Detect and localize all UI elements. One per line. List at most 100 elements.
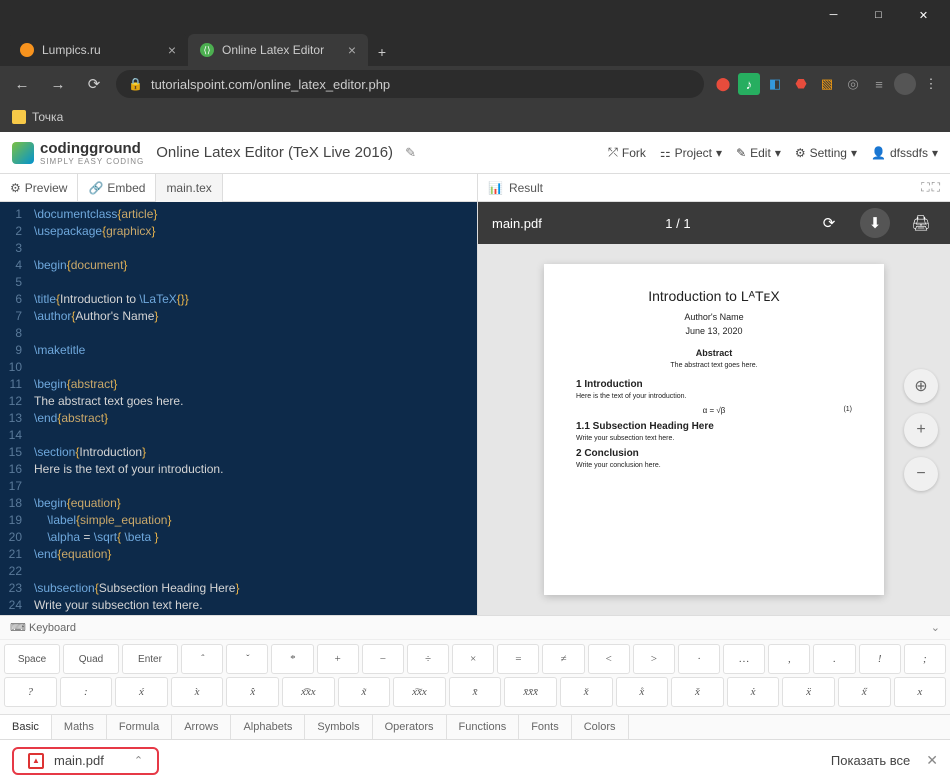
keyboard-category[interactable]: Operators bbox=[373, 715, 447, 739]
keyboard-category[interactable]: Functions bbox=[447, 715, 520, 739]
edit-title-icon[interactable]: ✎ bbox=[405, 145, 416, 161]
keyboard-key[interactable]: x͠xx bbox=[393, 677, 446, 707]
zoom-out-button[interactable]: − bbox=[904, 457, 938, 491]
keyboard-key[interactable]: . bbox=[813, 644, 855, 674]
keyboard-key[interactable]: = bbox=[497, 644, 539, 674]
code-content[interactable]: \documentclass{article} \usepackage{grap… bbox=[28, 202, 477, 615]
keyboard-key[interactable]: ˆ bbox=[181, 644, 223, 674]
fork-button[interactable]: ⤱Fork bbox=[608, 145, 646, 160]
extension-icon[interactable]: ♪ bbox=[738, 73, 760, 95]
close-download-bar[interactable]: ✕ bbox=[926, 752, 938, 769]
back-button[interactable]: ← bbox=[8, 70, 36, 98]
menu-icon[interactable]: ⋮ bbox=[920, 73, 942, 95]
keyboard-key[interactable]: x bbox=[894, 677, 947, 707]
keyboard-category[interactable]: Arrows bbox=[172, 715, 231, 739]
browser-tab[interactable]: Lumpics.ru × bbox=[8, 34, 188, 66]
file-tab[interactable]: main.tex bbox=[156, 174, 222, 202]
expand-icon[interactable]: ⛶ bbox=[921, 180, 929, 195]
bookmark-item[interactable]: Точка bbox=[32, 110, 63, 124]
keyboard-key[interactable]: x̂ bbox=[226, 677, 279, 707]
collapse-icon[interactable]: ⌄ bbox=[931, 621, 940, 634]
maximize-button[interactable]: □ bbox=[856, 0, 901, 30]
keyboard-category[interactable]: Alphabets bbox=[231, 715, 305, 739]
keyboard-key[interactable]: Enter bbox=[122, 644, 178, 674]
keyboard-key[interactable]: x́ bbox=[115, 677, 168, 707]
extension-icon[interactable]: ⬣ bbox=[790, 73, 812, 95]
keyboard-category[interactable]: Maths bbox=[52, 715, 107, 739]
extension-icon[interactable]: ▧ bbox=[816, 73, 838, 95]
logo[interactable]: codingground SIMPLY EASY CODING bbox=[12, 140, 144, 166]
keyboard-key[interactable]: x̋ bbox=[838, 677, 891, 707]
print-button[interactable]: 🖨 bbox=[906, 208, 936, 238]
extension-icon[interactable]: ◧ bbox=[764, 73, 786, 95]
result-tab[interactable]: Result bbox=[509, 181, 543, 195]
forward-button[interactable]: → bbox=[44, 70, 72, 98]
keyboard-key[interactable]: Quad bbox=[63, 644, 119, 674]
keyboard-key[interactable]: ˇ bbox=[226, 644, 268, 674]
extension-icon[interactable]: ◎ bbox=[842, 73, 864, 95]
zoom-in-button[interactable]: + bbox=[904, 413, 938, 447]
keyboard-key[interactable]: ? bbox=[4, 677, 57, 707]
keyboard-key[interactable]: ẍ bbox=[782, 677, 835, 707]
project-menu[interactable]: ⚏Project ▾ bbox=[660, 145, 722, 160]
keyboard-key[interactable]: , bbox=[768, 644, 810, 674]
avatar-icon[interactable] bbox=[894, 73, 916, 95]
keyboard-key[interactable]: Space bbox=[4, 644, 60, 674]
user-menu[interactable]: 👤dfssdfs ▾ bbox=[871, 145, 938, 160]
keyboard-key[interactable]: ẋ bbox=[727, 677, 780, 707]
keyboard-key[interactable]: ≠ bbox=[542, 644, 584, 674]
keyboard-key[interactable]: x̃ bbox=[338, 677, 391, 707]
pdf-equation: α = √β(1) bbox=[576, 406, 852, 415]
download-item[interactable]: ▲ main.pdf ⌃ bbox=[12, 747, 159, 775]
show-all-button[interactable]: Показать все bbox=[831, 753, 910, 768]
keyboard-key[interactable]: − bbox=[362, 644, 404, 674]
keyboard-key[interactable]: ÷ bbox=[407, 644, 449, 674]
keyboard-category[interactable]: Colors bbox=[572, 715, 629, 739]
chevron-up-icon[interactable]: ⌃ bbox=[134, 754, 143, 767]
keyboard-key[interactable]: ! bbox=[859, 644, 901, 674]
rotate-button[interactable]: ⟳ bbox=[814, 208, 844, 238]
code-editor[interactable]: 1234567891011121314151617181920212223242… bbox=[0, 202, 477, 615]
preview-tab[interactable]: ⚙Preview bbox=[0, 174, 78, 202]
keyboard-key[interactable]: > bbox=[633, 644, 675, 674]
keyboard-key[interactable]: ; bbox=[904, 644, 946, 674]
keyboard-key[interactable]: < bbox=[588, 644, 630, 674]
minimize-button[interactable]: ─ bbox=[811, 0, 856, 30]
keyboard-key[interactable]: x̄ bbox=[449, 677, 502, 707]
keyboard-key[interactable]: x͡xx bbox=[282, 677, 335, 707]
keyboard-category[interactable]: Fonts bbox=[519, 715, 572, 739]
setting-menu[interactable]: ⚙Setting ▾ bbox=[795, 145, 857, 160]
keyboard-key[interactable]: + bbox=[317, 644, 359, 674]
address-bar[interactable]: 🔒 tutorialspoint.com/online_latex_editor… bbox=[116, 70, 704, 98]
keyboard-key[interactable]: × bbox=[452, 644, 494, 674]
keyboard-key[interactable]: * bbox=[271, 644, 313, 674]
keyboard-key[interactable]: x̀ bbox=[171, 677, 224, 707]
keyboard-category[interactable]: Basic bbox=[0, 715, 52, 739]
edit-menu[interactable]: ✎Edit ▾ bbox=[736, 145, 781, 160]
keyboard-category[interactable]: Formula bbox=[107, 715, 172, 739]
keyboard-icon: ⌨ bbox=[10, 621, 26, 634]
download-button[interactable]: ⬇ bbox=[860, 208, 890, 238]
tab-close-icon[interactable]: × bbox=[348, 42, 356, 58]
keyboard-key[interactable]: · bbox=[678, 644, 720, 674]
extension-icon[interactable]: ⬤ bbox=[712, 73, 734, 95]
keyboard-key[interactable]: x̆ bbox=[560, 677, 613, 707]
keyboard-key[interactable]: x̊ bbox=[616, 677, 669, 707]
fit-button[interactable]: ⊕ bbox=[904, 369, 938, 403]
favicon: ⟨⟩ bbox=[200, 43, 214, 57]
keyboard-key[interactable]: : bbox=[60, 677, 113, 707]
reload-button[interactable]: ⟳ bbox=[80, 70, 108, 98]
embed-tab[interactable]: 🔗Embed bbox=[78, 174, 156, 202]
keyboard-category[interactable]: Symbols bbox=[305, 715, 372, 739]
new-tab-button[interactable]: + bbox=[368, 38, 396, 66]
close-button[interactable]: ✕ bbox=[901, 0, 946, 30]
keyboard-key[interactable]: x̄x̄x̄ bbox=[504, 677, 557, 707]
gears-icon: ⚙ bbox=[10, 181, 21, 195]
logo-subtext: SIMPLY EASY CODING bbox=[40, 157, 144, 166]
extension-icon[interactable]: ≡ bbox=[868, 73, 890, 95]
tab-close-icon[interactable]: × bbox=[168, 42, 176, 58]
keyboard-key[interactable]: x̌ bbox=[671, 677, 724, 707]
browser-tab[interactable]: ⟨⟩ Online Latex Editor × bbox=[188, 34, 368, 66]
keyboard-key[interactable]: … bbox=[723, 644, 765, 674]
fullscreen-icon[interactable]: ⛶ bbox=[932, 180, 940, 195]
